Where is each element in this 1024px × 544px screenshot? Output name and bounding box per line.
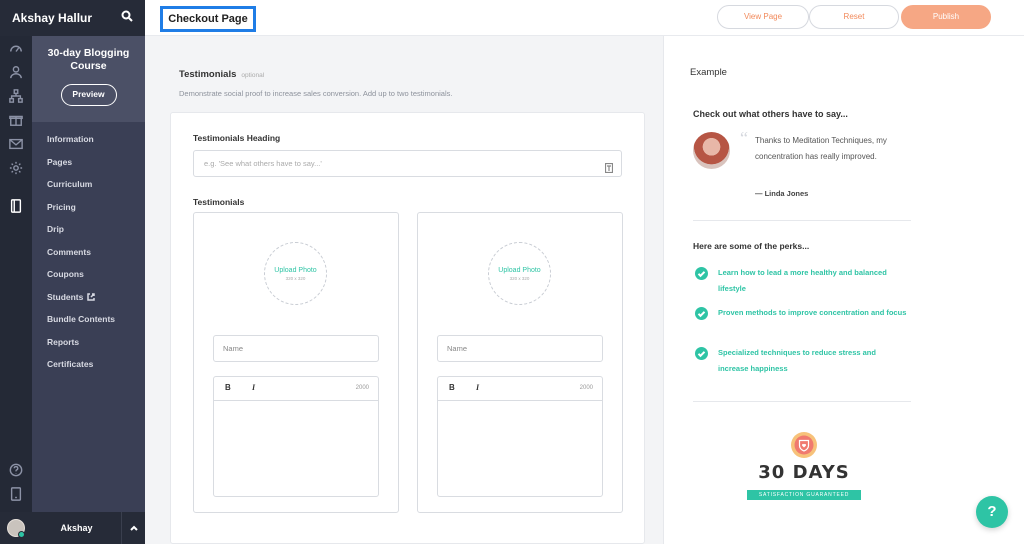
mail-icon[interactable] — [8, 136, 24, 152]
bold-button[interactable]: B — [449, 383, 455, 392]
badge-days: 30 DAYS — [758, 462, 850, 483]
perk-text: Learn how to lead a more healthy and bal… — [718, 268, 887, 293]
upload-size-hint: 320 x 320 — [509, 276, 530, 281]
avatar-wrapper — [0, 512, 32, 544]
icon-rail — [0, 0, 32, 544]
quote-icon: “ — [740, 128, 748, 148]
status-badge — [18, 531, 25, 538]
check-circle-icon — [695, 307, 708, 320]
sidebar-item-pricing[interactable]: Pricing — [32, 196, 145, 219]
course-title: 30-day Blogging Course — [47, 47, 130, 72]
example-panel: Example Check out what others have to sa… — [663, 36, 1024, 544]
editor-panel: Testimonials optional Demonstrate social … — [145, 36, 663, 544]
tablet-icon[interactable] — [8, 486, 24, 502]
testimonials-heading-input[interactable]: e.g. 'See what others have to say...' — [193, 150, 622, 177]
heading-placeholder: e.g. 'See what others have to say...' — [204, 159, 322, 168]
name-input[interactable]: Name — [437, 335, 603, 362]
editor-toolbar: B I 2000 — [438, 377, 602, 401]
testimonials-list-label: Testimonials — [193, 197, 245, 207]
sidebar-item-students-label: Students — [47, 291, 84, 302]
upload-photo-label: Upload Photo — [274, 267, 317, 274]
editor-toolbar: B I 2000 — [214, 377, 378, 401]
divider — [693, 220, 911, 221]
reset-button[interactable]: Reset — [809, 5, 899, 29]
sidebar-item-bundle-contents[interactable]: Bundle Contents — [32, 308, 145, 331]
sidebar-menu: Information Pages Curriculum Pricing Dri… — [32, 128, 145, 376]
testimonial-avatar — [693, 132, 730, 169]
guarantee-badge: 30 DAYS SATISFACTION GUARANTEED — [734, 431, 874, 511]
sitemap-icon[interactable] — [8, 88, 24, 104]
sidebar-header: Akshay Hallur — [0, 0, 145, 36]
badge-ribbon: SATISFACTION GUARANTEED — [746, 490, 862, 500]
sidebar-item-comments[interactable]: Comments — [32, 241, 145, 264]
heading-label: Testimonials Heading — [193, 133, 281, 143]
char-count: 2000 — [355, 385, 369, 391]
section-title-text: Testimonials — [179, 69, 237, 80]
divider — [693, 401, 911, 402]
search-icon[interactable] — [121, 9, 133, 27]
sidebar-item-students[interactable]: Students — [32, 286, 145, 309]
sidebar-item-drip[interactable]: Drip — [32, 218, 145, 241]
testimonial-text-editor[interactable]: B I 2000 — [213, 376, 379, 497]
help-button[interactable]: ? — [976, 496, 1008, 528]
gauge-icon[interactable] — [8, 40, 24, 56]
example-label: Example — [690, 67, 727, 78]
upload-photo-button[interactable]: Upload Photo 320 x 320 — [264, 242, 327, 305]
view-page-button[interactable]: View Page — [717, 5, 809, 29]
gift-icon[interactable] — [8, 112, 24, 128]
chevron-up-icon[interactable] — [121, 512, 145, 544]
sidebar-item-pages[interactable]: Pages — [32, 151, 145, 174]
upload-photo-button[interactable]: Upload Photo 320 x 320 — [488, 242, 551, 305]
testimonial-quote: Thanks to Meditation Techniques, my conc… — [755, 136, 887, 161]
perks-heading: Here are some of the perks... — [693, 241, 810, 251]
user-title: Akshay Hallur — [12, 11, 93, 25]
italic-button[interactable]: I — [252, 383, 255, 392]
section-description: Demonstrate social proof to increase sal… — [179, 89, 453, 98]
users-icon[interactable] — [8, 64, 24, 80]
course-box: 30-day Blogging Course Preview — [32, 36, 145, 122]
bottom-user-bar[interactable]: Akshay — [0, 512, 145, 544]
perk-text: Proven methods to improve concentration … — [718, 308, 907, 317]
publish-button[interactable]: Publish — [901, 5, 991, 29]
sidebar-item-certificates[interactable]: Certificates — [32, 353, 145, 376]
perk-text: Specialized techniques to reduce stress … — [718, 348, 876, 373]
help-circle-icon[interactable] — [8, 462, 24, 478]
check-circle-icon — [695, 347, 708, 360]
sidebar-item-information[interactable]: Information — [32, 128, 145, 151]
bottom-user-name: Akshay — [60, 523, 93, 533]
course-sidebar: 30-day Blogging Course Preview Informati… — [32, 0, 145, 544]
testimonial-author: — Linda Jones — [755, 189, 809, 198]
char-count: 2000 — [579, 385, 593, 391]
sidebar-item-curriculum[interactable]: Curriculum — [32, 173, 145, 196]
shield-heart-icon — [791, 432, 817, 458]
bold-button[interactable]: B — [225, 383, 231, 392]
gear-icon[interactable] — [8, 160, 24, 176]
testimonial-card-2: Upload Photo 320 x 320 Name B I 2000 — [417, 212, 623, 513]
upload-size-hint: 320 x 320 — [285, 276, 306, 281]
text-format-icon[interactable] — [604, 158, 614, 183]
book-icon[interactable] — [8, 198, 24, 214]
external-link-icon — [83, 292, 96, 302]
section-title: Testimonials optional — [179, 69, 264, 80]
sidebar-item-reports[interactable]: Reports — [32, 331, 145, 354]
check-circle-icon — [695, 267, 708, 280]
page-title: Checkout Page — [160, 6, 256, 32]
testimonial-card-1: Upload Photo 320 x 320 Name B I 2000 — [193, 212, 399, 513]
optional-tag: optional — [241, 72, 265, 79]
upload-photo-label: Upload Photo — [498, 267, 541, 274]
page-header: Checkout Page View Page Reset Publish — [145, 0, 1024, 36]
preview-button[interactable]: Preview — [60, 84, 117, 106]
testimonials-card: Testimonials Heading e.g. 'See what othe… — [170, 112, 645, 544]
testimonial-text-editor[interactable]: B I 2000 — [437, 376, 603, 497]
sidebar-item-coupons[interactable]: Coupons — [32, 263, 145, 286]
example-heading: Check out what others have to say... — [693, 109, 848, 119]
italic-button[interactable]: I — [476, 383, 479, 392]
name-input[interactable]: Name — [213, 335, 379, 362]
